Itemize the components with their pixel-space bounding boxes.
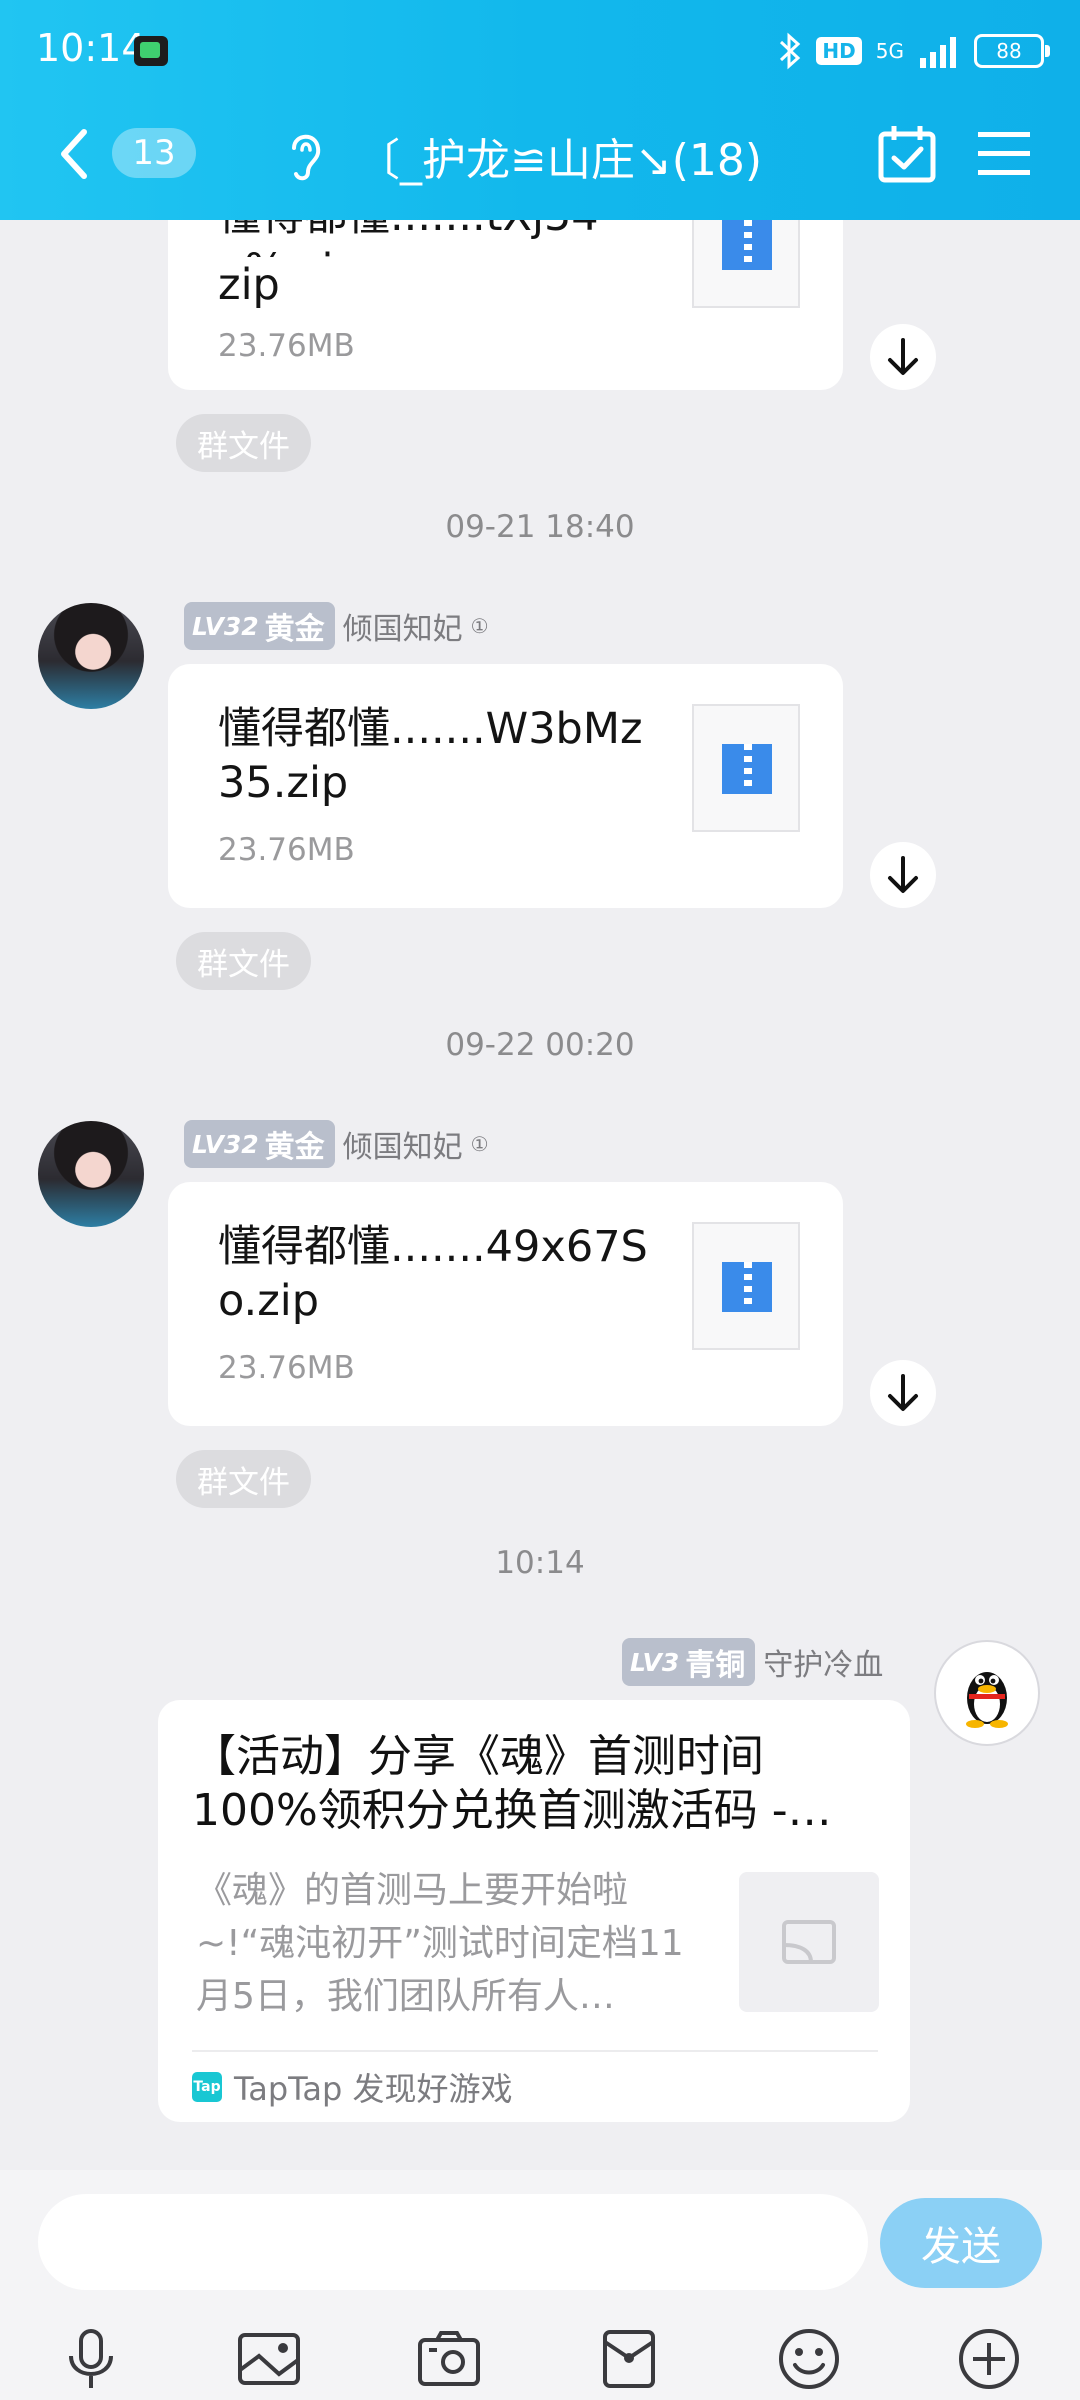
group-title[interactable]: 〔_护龙≌山庄↘(18) <box>356 124 762 188</box>
back-arrow-icon[interactable] <box>54 124 94 184</box>
file-name: 懂得都懂.......W3bMz35.zip <box>218 704 643 808</box>
level-badge: LV3 青铜 <box>622 1638 756 1686</box>
message-input[interactable] <box>38 2194 868 2290</box>
status-bar: 10:14 HD 5G 88 <box>0 0 1080 100</box>
file-message[interactable]: 懂得都懂.......W3bMz35.zip 23.76MB <box>168 664 843 908</box>
group-file-tag[interactable]: 群文件 <box>176 414 311 472</box>
level-badge: LV32 黄金 <box>184 1120 335 1168</box>
sender-name[interactable]: 倾国知妃 <box>343 604 463 648</box>
shared-link-card[interactable]: 【活动】分享《魂》首测时间100%领积分兑换首测激活码 -… 《魂》的首测马上要… <box>158 1700 910 2122</box>
sender-name[interactable]: 倾国知妃 <box>343 1122 463 1166</box>
sender-row: LV3 青铜 守护冷血 <box>622 1638 883 1686</box>
message-list[interactable]: 懂得都懂.......tXj54a%.zip zip 23.76MB 群文件 0… <box>0 220 1080 2170</box>
group-file-tag[interactable]: 群文件 <box>176 932 311 990</box>
timestamp: 09-21 18:40 <box>445 509 635 545</box>
download-button[interactable] <box>870 1360 936 1426</box>
sender-row: LV32 黄金 倾国知妃 ① <box>184 602 489 650</box>
image-placeholder-icon <box>739 1872 879 2012</box>
send-button[interactable]: 发送 <box>880 2198 1042 2288</box>
zip-file-icon <box>692 1222 800 1350</box>
ear-icon[interactable] <box>282 128 328 184</box>
file-name-cut: 懂得都懂.......tXj54a%.zip <box>218 220 648 257</box>
hd-badge: HD <box>816 37 862 65</box>
timestamp: 09-22 00:20 <box>445 1027 635 1063</box>
notification-app-icon <box>134 36 168 66</box>
nav-bar: 13 〔_护龙≌山庄↘(18) <box>0 100 1080 220</box>
plus-icon[interactable] <box>954 2324 1024 2394</box>
red-packet-icon[interactable] <box>594 2324 664 2394</box>
card-divider <box>192 2050 878 2052</box>
image-icon[interactable] <box>234 2324 304 2394</box>
calendar-check-icon[interactable] <box>876 122 938 186</box>
taptap-logo-icon: Tap <box>192 2072 222 2102</box>
emoji-icon[interactable] <box>774 2324 844 2394</box>
input-area: 发送 <box>0 2170 1080 2400</box>
unread-count-badge[interactable]: 13 <box>112 128 196 178</box>
signal-icon <box>920 37 956 68</box>
download-arrow-icon <box>888 338 918 375</box>
zip-file-icon <box>692 704 800 832</box>
group-file-tag[interactable]: 群文件 <box>176 1450 311 1508</box>
file-size: 23.76MB <box>218 832 355 868</box>
share-description: 《魂》的首测马上要开始啦~!“魂沌初开”测试时间定档11月5日，我们团队所有人… <box>196 1870 684 2017</box>
file-message[interactable]: 懂得都懂.......tXj54a%.zip zip 23.76MB <box>168 220 843 390</box>
chat-header: 10:14 HD 5G 88 13 〔_护龙≌山庄↘(18) <box>0 0 1080 220</box>
sender-row: LV32 黄金 倾国知妃 ① <box>184 1120 489 1168</box>
source-name: TapTap 发现好游戏 <box>234 2070 513 2108</box>
avatar[interactable] <box>38 603 144 709</box>
file-size: 23.76MB <box>218 1350 355 1386</box>
zip-file-icon <box>692 220 800 308</box>
bluetooth-icon <box>780 32 801 70</box>
avatar[interactable] <box>934 1640 1040 1746</box>
file-name: 懂得都懂.......tXj54a%.zip zip <box>218 220 648 314</box>
file-name-ext: zip <box>218 260 280 310</box>
share-title: 【活动】分享《魂》首测时间100%领积分兑换首测激活码 -… <box>192 1731 832 1836</box>
download-button[interactable] <box>870 324 936 390</box>
network-type: 5G <box>875 39 904 63</box>
avatar[interactable] <box>38 1121 144 1227</box>
input-toolbar <box>0 2316 1080 2400</box>
timestamp: 10:14 <box>495 1545 585 1581</box>
file-size: 23.76MB <box>218 328 355 364</box>
share-source: Tap TapTap 发现好游戏 <box>192 2064 513 2110</box>
sender-name[interactable]: 守护冷血 <box>763 1640 883 1684</box>
download-button[interactable] <box>870 842 936 908</box>
download-arrow-icon <box>888 1374 918 1411</box>
camera-icon[interactable] <box>414 2324 484 2394</box>
file-name: 懂得都懂.......49x67So.zip <box>218 1222 648 1326</box>
microphone-icon[interactable] <box>56 2324 126 2394</box>
status-time: 10:14 <box>36 26 146 70</box>
medal-icon: ① <box>470 614 489 638</box>
qq-penguin-icon <box>966 1672 1008 1728</box>
file-message[interactable]: 懂得都懂.......49x67So.zip 23.76MB <box>168 1182 843 1426</box>
menu-icon[interactable] <box>976 126 1032 182</box>
status-icons: HD 5G 88 <box>778 24 1050 78</box>
download-arrow-icon <box>888 856 918 893</box>
medal-icon: ① <box>470 1132 489 1156</box>
battery-indicator: 88 <box>974 34 1050 68</box>
level-badge: LV32 黄金 <box>184 602 335 650</box>
